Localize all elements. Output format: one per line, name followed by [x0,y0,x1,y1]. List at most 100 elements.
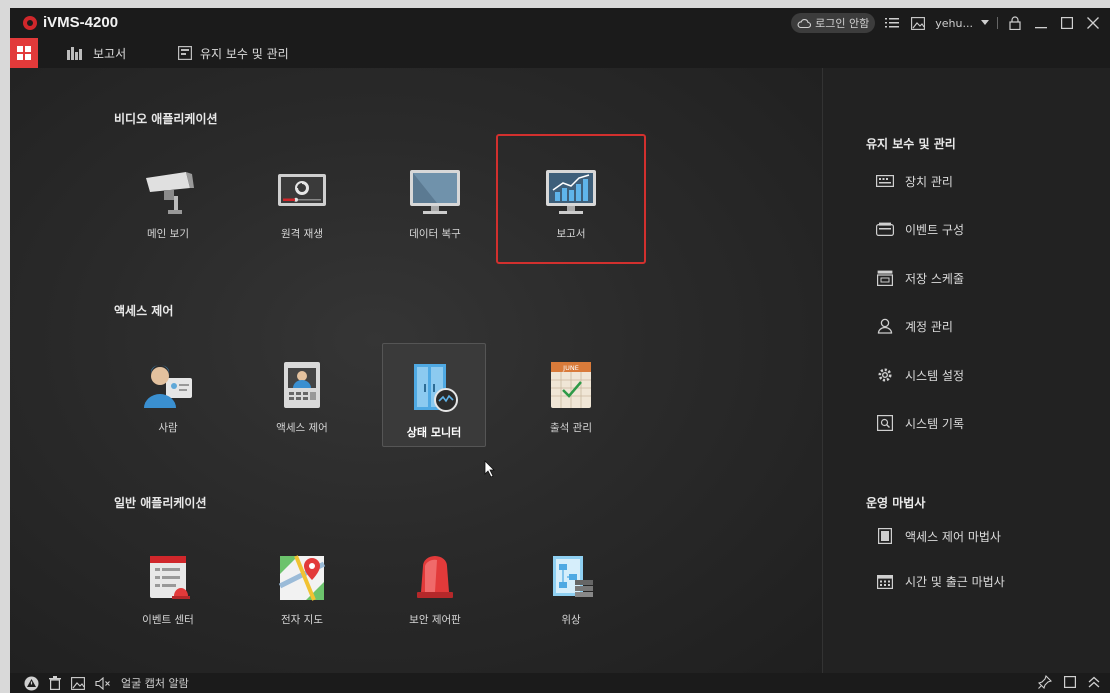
double-chevron-up-icon[interactable] [1088,676,1100,688]
menu-report-label: 보고서 [93,46,127,61]
status-monitor-icon [406,364,462,414]
user-name[interactable]: yehu... [935,17,973,30]
panel-title-maintenance: 유지 보수 및 관리 [866,137,956,151]
tile-main-view[interactable]: 메인 보기 [116,146,220,250]
alarm-siren-icon [407,552,463,602]
panel-item-system-log[interactable]: 시스템 기록 [876,412,964,434]
title-bar-controls: 로그인 안함 yehu... [791,13,1102,33]
tile-data-recovery[interactable]: 데이터 복구 [383,146,487,250]
panel-item-system-settings[interactable]: 시스템 설정 [876,364,964,386]
chevron-down-icon[interactable] [981,20,989,26]
app-logo-icon [23,16,37,30]
panel-item-attendance-wizard[interactable]: 시간 및 출근 마법사 [876,570,1005,592]
report-chart-icon [67,47,82,60]
tile-event-center-label: 이벤트 센터 [142,614,194,626]
window-icon[interactable] [1064,676,1076,688]
maximize-icon[interactable] [1058,14,1076,32]
tile-topology[interactable]: 위상 [519,532,623,636]
panel-item-system-log-label: 시스템 기록 [905,416,965,431]
app-title: iVMS-4200 [43,14,119,31]
mute-icon[interactable] [95,676,111,690]
divider [997,17,998,29]
maintenance-icon [178,46,192,60]
login-status-button[interactable]: 로그인 안함 [791,13,876,33]
main-content: 비디오 애플리케이션 메인 보기 원격 재생 데이터 복구 보고서 액세스 제어… [10,68,822,673]
section-title-access: 액세스 제어 [114,304,174,318]
event-config-icon [876,220,894,238]
highlight-annotation-box [496,134,646,264]
tile-event-center[interactable]: 이벤트 센터 [116,532,220,636]
map-icon [274,552,330,602]
picture-icon[interactable] [909,14,927,32]
pin-icon[interactable] [1038,675,1052,689]
panel-item-account-management[interactable]: 계정 관리 [876,315,953,337]
tile-status-monitor-label: 상태 모니터 [406,426,462,439]
panel-item-access-wizard-label: 액세스 제어 마법사 [905,529,1001,544]
alert-icon[interactable] [24,676,39,691]
tile-data-recovery-label: 데이터 복구 [409,228,461,240]
panel-item-device-management-label: 장치 관리 [905,174,953,189]
panel-item-storage-schedule-label: 저장 스케줄 [905,271,965,286]
tile-main-view-label: 메인 보기 [147,228,189,240]
status-bar-right [1038,675,1100,689]
status-bar-label: 얼굴 캡처 알람 [121,677,189,690]
tile-access-control-label: 액세스 제어 [276,422,328,434]
panel-item-storage-schedule[interactable]: 저장 스케줄 [876,267,964,289]
panel-title-wizard: 운영 마법사 [866,496,926,510]
tile-remote-playback[interactable]: 원격 재생 [250,146,354,250]
topology-icon [543,552,599,602]
tile-emap[interactable]: 전자 지도 [250,532,354,636]
access-terminal-icon [274,360,330,410]
security-camera-icon [140,166,196,216]
panel-item-system-settings-label: 시스템 설정 [905,368,965,383]
panel-item-access-wizard[interactable]: 액세스 제어 마법사 [876,525,1001,547]
login-status-label: 로그인 안함 [815,17,870,30]
tile-attendance-label: 출석 관리 [550,422,592,434]
tile-attendance[interactable]: JUNE 출석 관리 [519,340,623,444]
title-bar: iVMS-4200 로그인 안함 yehu... [10,8,1110,38]
right-panel: 유지 보수 및 관리 장치 관리 이벤트 구성 저장 스케줄 계정 관리 시스템… [822,68,1110,673]
app-window: iVMS-4200 로그인 안함 yehu... 보고서 유지 보수 및 관리 … [10,8,1110,693]
section-title-video: 비디오 애플리케이션 [114,112,218,126]
section-title-general: 일반 애플리케이션 [114,496,207,510]
tile-topology-label: 위상 [561,614,581,626]
user-icon [876,317,894,335]
playback-monitor-icon [274,166,330,216]
tile-person[interactable]: 사람 [116,340,220,444]
status-bar: 얼굴 캡처 알람 [10,673,1110,693]
calendar-grid-icon [876,572,894,590]
tile-remote-playback-label: 원격 재생 [281,228,323,240]
door-icon [876,527,894,545]
status-bar-left: 얼굴 캡처 알람 [24,675,189,691]
panel-item-attendance-wizard-label: 시간 및 출근 마법사 [905,574,1005,589]
cloud-icon [797,19,812,29]
tile-emap-label: 전자 지도 [281,614,323,626]
grid-icon [17,46,31,60]
tile-status-monitor[interactable]: 상태 모니터 [382,343,486,447]
monitor-icon [407,166,463,216]
trash-icon[interactable] [49,676,61,690]
tile-security-panel[interactable]: 보안 제어판 [383,532,487,636]
device-management-icon [876,172,894,190]
menu-maintenance[interactable]: 유지 보수 및 관리 [178,38,289,68]
home-grid-button[interactable] [10,38,38,68]
minimize-icon[interactable] [1032,14,1050,32]
panel-item-device-management[interactable]: 장치 관리 [876,170,953,192]
calendar-icon: JUNE [543,360,599,410]
panel-item-event-config[interactable]: 이벤트 구성 [876,218,964,240]
calendar-month-text: JUNE [562,364,579,372]
tile-access-control[interactable]: 액세스 제어 [250,340,354,444]
mouse-cursor-icon [484,460,495,478]
menu-report[interactable]: 보고서 [67,38,126,68]
close-icon[interactable] [1084,14,1102,32]
storage-schedule-icon [876,269,894,287]
task-list-icon[interactable] [883,14,901,32]
tile-person-label: 사람 [158,422,178,434]
person-icon [140,360,196,410]
panel-item-event-config-label: 이벤트 구성 [905,222,965,237]
panel-item-account-management-label: 계정 관리 [905,319,953,334]
picture-icon[interactable] [71,676,85,690]
lock-icon[interactable] [1006,14,1024,32]
gear-icon [876,366,894,384]
menu-bar: 보고서 유지 보수 및 관리 [10,38,1110,68]
